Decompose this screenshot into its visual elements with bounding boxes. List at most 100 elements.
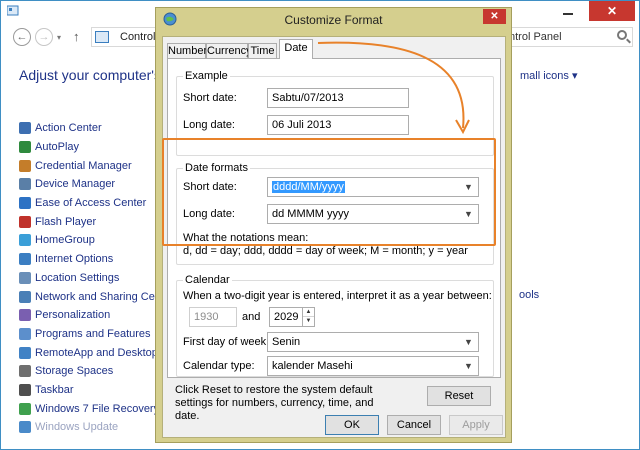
example-long-date-label: Long date: [183,119,235,131]
example-short-date-field: Sabtu/07/2013 [267,88,409,108]
dialog-title: Customize Format [284,13,383,27]
year-spinner-buttons[interactable]: ▲ ▼ [302,308,314,326]
up-arrow-icon[interactable]: ↑ [73,29,80,44]
two-digit-year-text: When a two-digit year is entered, interp… [183,290,492,302]
control-panel-item-icon [19,253,31,266]
calendar-group-label: Calendar [183,274,232,286]
chevron-down-icon[interactable]: ▼ [464,181,474,193]
control-panel-item-icon [19,215,31,228]
control-panel-item[interactable]: Windows Update [19,418,159,437]
apply-button: Apply [449,415,503,435]
control-panel-item-label[interactable]: Personalization [35,309,110,321]
control-panel-item-label[interactable]: Storage Spaces [35,365,113,377]
chevron-down-icon[interactable]: ▼ [464,360,474,372]
control-panel-item-icon [19,346,31,359]
control-panel-item-label[interactable]: Programs and Features [35,328,151,340]
control-panel-item-label[interactable]: HomeGroup [35,234,95,246]
control-panel-item[interactable]: Windows 7 File Recovery [19,399,159,418]
control-panel-item[interactable]: AutoPlay [19,138,159,157]
control-panel-item-label[interactable]: Windows 7 File Recovery [35,403,159,415]
long-date-format-value[interactable]: dd MMMM yyyy [272,208,349,220]
control-panel-item[interactable]: Personalization [19,306,159,325]
control-panel-item-icon [19,327,31,340]
control-panel-item-icon [19,178,31,191]
cancel-button[interactable]: Cancel [387,415,441,435]
control-panel-item[interactable]: Taskbar [19,381,159,400]
control-panel-item-label[interactable]: Location Settings [35,272,119,284]
control-panel-item[interactable]: RemoteApp and Desktop Co [19,343,175,362]
control-panel-item-icon [19,197,31,210]
control-panel-item-partial[interactable]: ools [519,289,539,301]
dialog-titlebar: Customize Format ✕ [156,8,511,32]
short-date-format-value[interactable]: dddd/MM/yyyy [272,181,345,193]
control-panel-item-icon [19,365,31,378]
control-panel-item[interactable]: Device Manager [19,175,159,194]
control-panel-item-label[interactable]: Windows Update [35,421,118,433]
calendar-group: Calendar When a two-digit year is entere… [176,274,494,377]
reset-button[interactable]: Reset [427,386,491,406]
control-panel-item-icon [19,421,31,434]
control-panel-item[interactable]: Credential Manager [19,156,159,175]
control-panel-close-button[interactable]: ✕ [589,1,635,21]
control-panel-item[interactable]: Internet Options [19,250,159,269]
back-arrow-icon[interactable]: ← [13,28,31,46]
spin-down-icon[interactable]: ▼ [303,317,314,326]
control-panel-item[interactable]: Programs and Features [19,325,159,344]
chevron-down-icon[interactable]: ▼ [464,336,474,348]
control-panel-item[interactable]: Location Settings [19,269,159,288]
control-panel-item-label[interactable]: Device Manager [35,178,115,190]
first-day-of-week-label: First day of week: [183,336,270,348]
control-panel-item[interactable]: Network and Sharing Center [19,287,174,306]
ok-button[interactable]: OK [325,415,379,435]
control-panel-item[interactable]: HomeGroup [19,231,159,250]
search-placeholder-text: ntrol Panel [509,31,562,43]
example-long-date-field: 06 Juli 2013 [267,115,409,135]
tab-currency[interactable]: Currency [206,43,252,59]
minimize-button[interactable] [553,1,583,21]
calendar-type-value[interactable]: kalender Masehi [272,360,353,372]
control-panel-item-label[interactable]: Taskbar [35,384,74,396]
calendar-type-combobox[interactable]: kalender Masehi ▼ [267,356,479,376]
control-panel-app-icon [7,5,19,16]
control-panel-item[interactable]: Storage Spaces [19,362,159,381]
control-panel-item-list: Action Center AutoPlay Credential Manager D… [19,119,175,437]
control-panel-icon [95,31,109,43]
control-panel-item[interactable]: Ease of Access Center [19,194,159,213]
control-panel-item-label[interactable]: Credential Manager [35,160,132,172]
date-formats-group: Date formats Short date: dddd/MM/yyyy ▼ … [176,162,494,265]
tab-numbers[interactable]: Numbers [167,43,213,59]
notation-text: d, dd = day; ddd, dddd = day of week; M … [183,245,468,257]
search-icon[interactable] [617,30,627,40]
chevron-down-icon[interactable]: ▼ [464,208,474,220]
control-panel-item-label[interactable]: Action Center [35,122,102,134]
tab-time[interactable]: Time [248,43,277,59]
control-panel-item[interactable]: Flash Player [19,212,159,231]
page-title: Adjust your computer's s [19,67,172,83]
first-day-of-week-combobox[interactable]: Senin ▼ [267,332,479,352]
control-panel-item-icon [19,309,31,322]
notation-title: What the notations mean: [183,232,309,244]
dialog-body: Numbers Currency Time Date Example Short… [162,36,506,438]
dialog-close-button[interactable]: ✕ [483,9,506,24]
view-by-dropdown[interactable]: mall icons ▾ [520,69,577,82]
year-to-value[interactable]: 2029 [274,311,298,323]
year-to-spinner[interactable]: 2029 ▲ ▼ [269,307,315,327]
control-panel-item-icon [19,234,31,247]
first-day-of-week-value[interactable]: Senin [272,336,300,348]
short-date-format-combobox[interactable]: dddd/MM/yyyy ▼ [267,177,479,197]
long-date-format-combobox[interactable]: dd MMMM yyyy ▼ [267,204,479,224]
control-panel-item[interactable]: Action Center [19,119,159,138]
control-panel-item-label[interactable]: Internet Options [35,253,113,265]
control-panel-item-label[interactable]: AutoPlay [35,141,79,153]
date-formats-group-label: Date formats [183,162,250,174]
spin-up-icon[interactable]: ▲ [303,308,314,317]
control-panel-item-label[interactable]: Ease of Access Center [35,197,146,209]
breadcrumb[interactable]: Control [120,31,155,43]
recent-locations-chevron-icon[interactable]: ▾ [57,33,61,42]
control-panel-item-label[interactable]: Flash Player [35,216,96,228]
forward-arrow-icon[interactable]: → [35,28,53,46]
control-panel-item-label[interactable]: Network and Sharing Center [35,291,174,303]
control-panel-item-icon [19,271,31,284]
tab-date[interactable]: Date [279,39,313,59]
date-tab-panel: Example Short date: Sabtu/07/2013 Long d… [167,58,501,378]
